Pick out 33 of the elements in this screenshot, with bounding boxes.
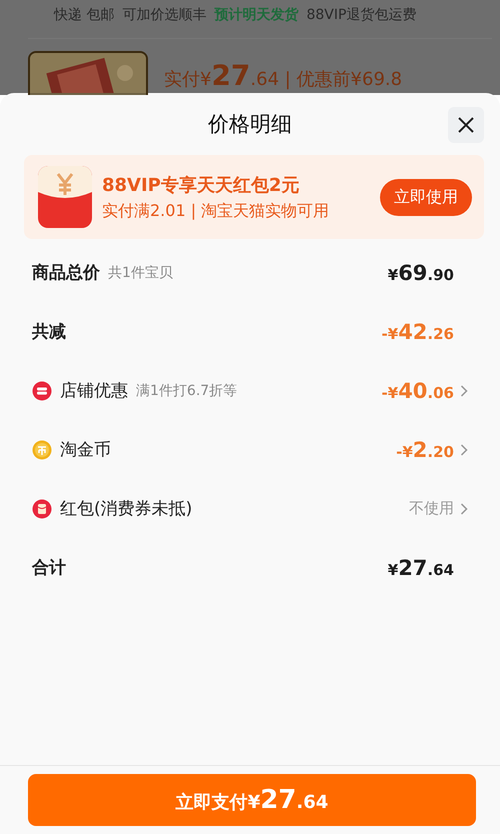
coin-icon [32,440,52,460]
price-value: ¥69.90 [388,260,454,284]
price-label: 合计 [32,557,66,579]
chevron-icon[interactable] [460,444,468,456]
pay-now-button[interactable]: 立即支付¥27.64 [28,774,476,826]
sheet-title: 价格明细 [208,111,292,138]
price-value: 不使用 [409,499,454,518]
close-button[interactable] [448,107,484,143]
shipping-tag: 预计明天发货 [214,4,298,26]
price-label: 共减 [32,321,66,343]
price-label: 商品总价 [32,262,100,284]
price-label: 红包(消费券未抵) [60,498,192,520]
price-value: -¥42.26 [382,320,454,344]
price-note: 共1件宝贝 [108,264,173,282]
envelope-icon [32,498,52,518]
price-value: ¥27.64 [388,556,454,580]
envelope-icon [38,166,92,228]
price-label: 店铺优惠 [60,380,128,402]
close-icon [457,116,475,134]
shop-discount-icon [32,380,52,400]
price-label: 淘金币 [60,439,111,461]
coupon-terms: 实付满2.01 | 淘宝天猫实物可用 [102,200,330,222]
coupon-title: 88VIP专享天天红包2元 [102,174,300,196]
price-note: 满1件打6.7折等 [136,382,238,400]
chevron-icon[interactable] [460,384,468,396]
price-line: 实付¥27.64 | 优惠前¥69.8 [164,59,402,92]
price-value: -¥2.20 [396,438,454,462]
shipping-tag: 88VIP退货包运费 [306,4,416,26]
chevron-icon[interactable] [460,502,468,514]
use-now-button[interactable]: 立即使用 [380,178,472,216]
price-value: -¥40.06 [382,378,454,402]
shipping-tag: 可加价选顺丰 [122,4,206,26]
shipping-tag: 快递 包邮 [54,4,114,26]
